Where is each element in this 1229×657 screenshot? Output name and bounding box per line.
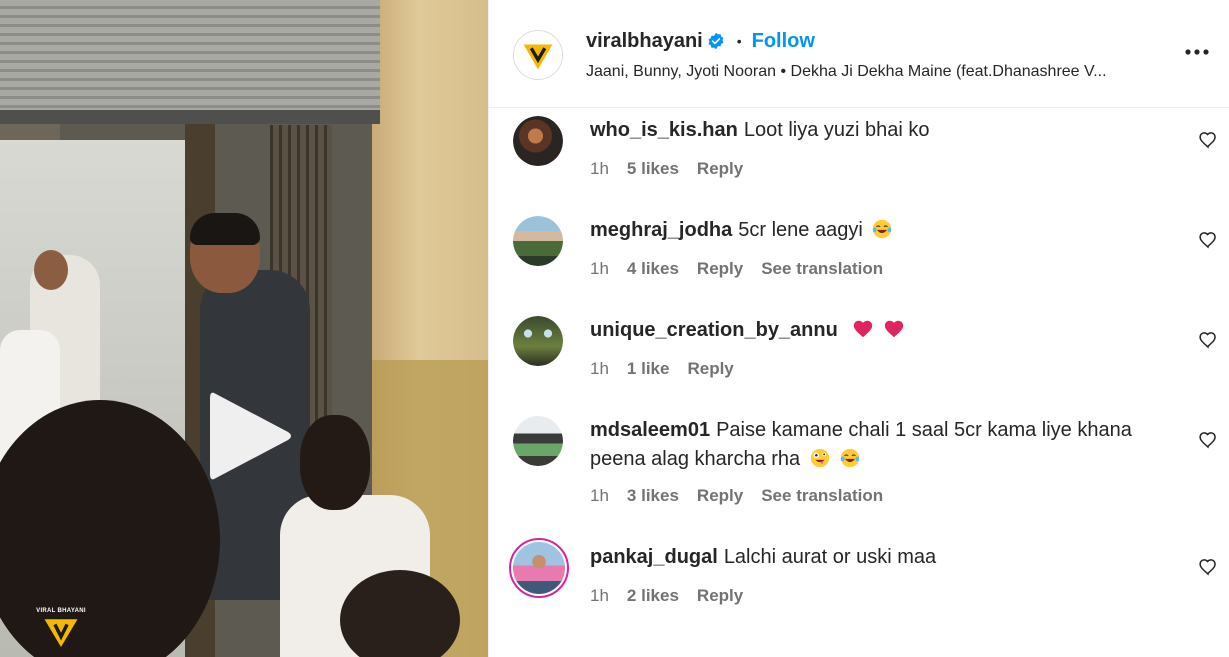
author-avatar[interactable] bbox=[513, 30, 563, 80]
comment-likes[interactable]: 2 likes bbox=[627, 586, 679, 606]
comment-item: unique_creation_by_annu 1h 1 like Reply bbox=[489, 316, 1229, 406]
reply-button[interactable]: Reply bbox=[687, 359, 733, 379]
comment-username[interactable]: pankaj_dugal bbox=[590, 546, 718, 568]
video-player[interactable]: VIRAL BHAYANI bbox=[0, 0, 488, 657]
laughing-tears-emoji-icon bbox=[873, 219, 892, 239]
comment-likes[interactable]: 3 likes bbox=[627, 486, 679, 506]
comments-panel: viralbhayani • Follow Jaani, Bunny, Jyot… bbox=[488, 0, 1229, 657]
avatar-image bbox=[513, 116, 563, 166]
zany-face-emoji-icon bbox=[810, 448, 829, 468]
follow-button[interactable]: Follow bbox=[752, 30, 815, 53]
comment-item: who_is_kis.han Loot liya yuzi bhai ko 1h … bbox=[489, 116, 1229, 206]
author-row: viralbhayani • Follow bbox=[586, 29, 815, 53]
verified-badge-icon bbox=[708, 32, 724, 50]
play-button[interactable] bbox=[196, 386, 296, 486]
comment-item: mdsaleem01 Paise kamane chali 1 saal 5cr … bbox=[489, 416, 1229, 532]
avatar-image bbox=[513, 216, 563, 266]
red-heart-emoji-icon bbox=[884, 320, 904, 338]
video-watermark: VIRAL BHAYANI bbox=[34, 608, 88, 654]
comment-meta: 1h 5 likes Reply bbox=[590, 159, 761, 179]
commenter-avatar-story-ring[interactable] bbox=[509, 538, 569, 598]
comment-time: 1h bbox=[590, 259, 609, 278]
comment-username[interactable]: who_is_kis.han bbox=[590, 119, 738, 141]
comment-text-block: unique_creation_by_annu bbox=[590, 316, 1150, 345]
avatar-image bbox=[513, 542, 565, 594]
comment-meta: 1h 2 likes Reply bbox=[590, 586, 761, 606]
like-heart-icon[interactable] bbox=[1198, 330, 1218, 350]
video-frame-shutter-bar bbox=[0, 110, 380, 124]
reply-button[interactable]: Reply bbox=[697, 486, 743, 506]
comment-time: 1h bbox=[590, 486, 609, 505]
red-heart-emoji-icon bbox=[854, 320, 873, 338]
comment-meta: 1h 3 likes Reply See translation bbox=[590, 486, 901, 506]
play-icon bbox=[210, 392, 291, 480]
author-username[interactable]: viralbhayani bbox=[586, 30, 703, 53]
see-translation-button[interactable]: See translation bbox=[761, 486, 883, 506]
separator-dot: • bbox=[736, 33, 742, 49]
comment-text-block: mdsaleem01 Paise kamane chali 1 saal 5cr … bbox=[590, 416, 1150, 474]
audio-track-link[interactable]: Jaani, Bunny, Jyoti Nooran • Dekha Ji De… bbox=[586, 63, 1107, 81]
comment-meta: 1h 1 like Reply bbox=[590, 359, 752, 379]
video-frame-person-head bbox=[34, 250, 68, 290]
video-frame-shutter bbox=[0, 0, 380, 120]
avatar-image bbox=[513, 316, 563, 366]
like-heart-icon[interactable] bbox=[1198, 430, 1218, 450]
comment-likes[interactable]: 5 likes bbox=[627, 159, 679, 179]
comment-likes[interactable]: 1 like bbox=[627, 359, 670, 379]
video-frame-man-hair bbox=[190, 213, 260, 245]
comment-text: Loot liya yuzi bhai ko bbox=[743, 119, 930, 141]
comment-text-block: who_is_kis.han Loot liya yuzi bhai ko bbox=[590, 116, 1150, 145]
like-heart-icon[interactable] bbox=[1198, 557, 1218, 577]
viral-bhayani-logo-icon bbox=[514, 31, 562, 79]
video-frame-girl-hair bbox=[300, 415, 370, 510]
comment-item: pankaj_dugal Lalchi aurat or uski maa 1h … bbox=[489, 538, 1229, 628]
comment-item: meghraj_jodha 5cr lene aagyi 1h 4 likes R… bbox=[489, 216, 1229, 306]
reply-button[interactable]: Reply bbox=[697, 586, 743, 606]
comment-text-block: pankaj_dugal Lalchi aurat or uski maa bbox=[590, 543, 1150, 572]
more-options-icon[interactable] bbox=[1183, 42, 1211, 62]
comment-username[interactable]: unique_creation_by_annu bbox=[590, 319, 838, 341]
reply-button[interactable]: Reply bbox=[697, 259, 743, 279]
comment-meta: 1h 4 likes Reply See translation bbox=[590, 259, 901, 279]
viral-bhayani-logo-icon bbox=[44, 619, 78, 648]
see-translation-button[interactable]: See translation bbox=[761, 259, 883, 279]
comment-text: 5cr lene aagyi bbox=[738, 219, 863, 241]
commenter-avatar[interactable] bbox=[513, 216, 563, 266]
commenter-avatar[interactable] bbox=[513, 416, 563, 466]
like-heart-icon[interactable] bbox=[1198, 130, 1218, 150]
like-heart-icon[interactable] bbox=[1198, 230, 1218, 250]
commenter-avatar[interactable] bbox=[513, 316, 563, 366]
reply-button[interactable]: Reply bbox=[697, 159, 743, 179]
commenter-avatar[interactable] bbox=[513, 116, 563, 166]
comment-time: 1h bbox=[590, 359, 609, 378]
comment-text-block: meghraj_jodha 5cr lene aagyi bbox=[590, 216, 1150, 245]
laughing-tears-emoji-icon bbox=[841, 448, 860, 468]
comment-time: 1h bbox=[590, 586, 609, 605]
comment-text: Lalchi aurat or uski maa bbox=[723, 546, 937, 568]
comment-likes[interactable]: 4 likes bbox=[627, 259, 679, 279]
comment-username[interactable]: mdsaleem01 bbox=[590, 419, 710, 441]
avatar-image bbox=[513, 416, 563, 466]
comment-username[interactable]: meghraj_jodha bbox=[590, 219, 732, 241]
comment-time: 1h bbox=[590, 159, 609, 178]
post-header: viralbhayani • Follow Jaani, Bunny, Jyot… bbox=[489, 0, 1229, 108]
